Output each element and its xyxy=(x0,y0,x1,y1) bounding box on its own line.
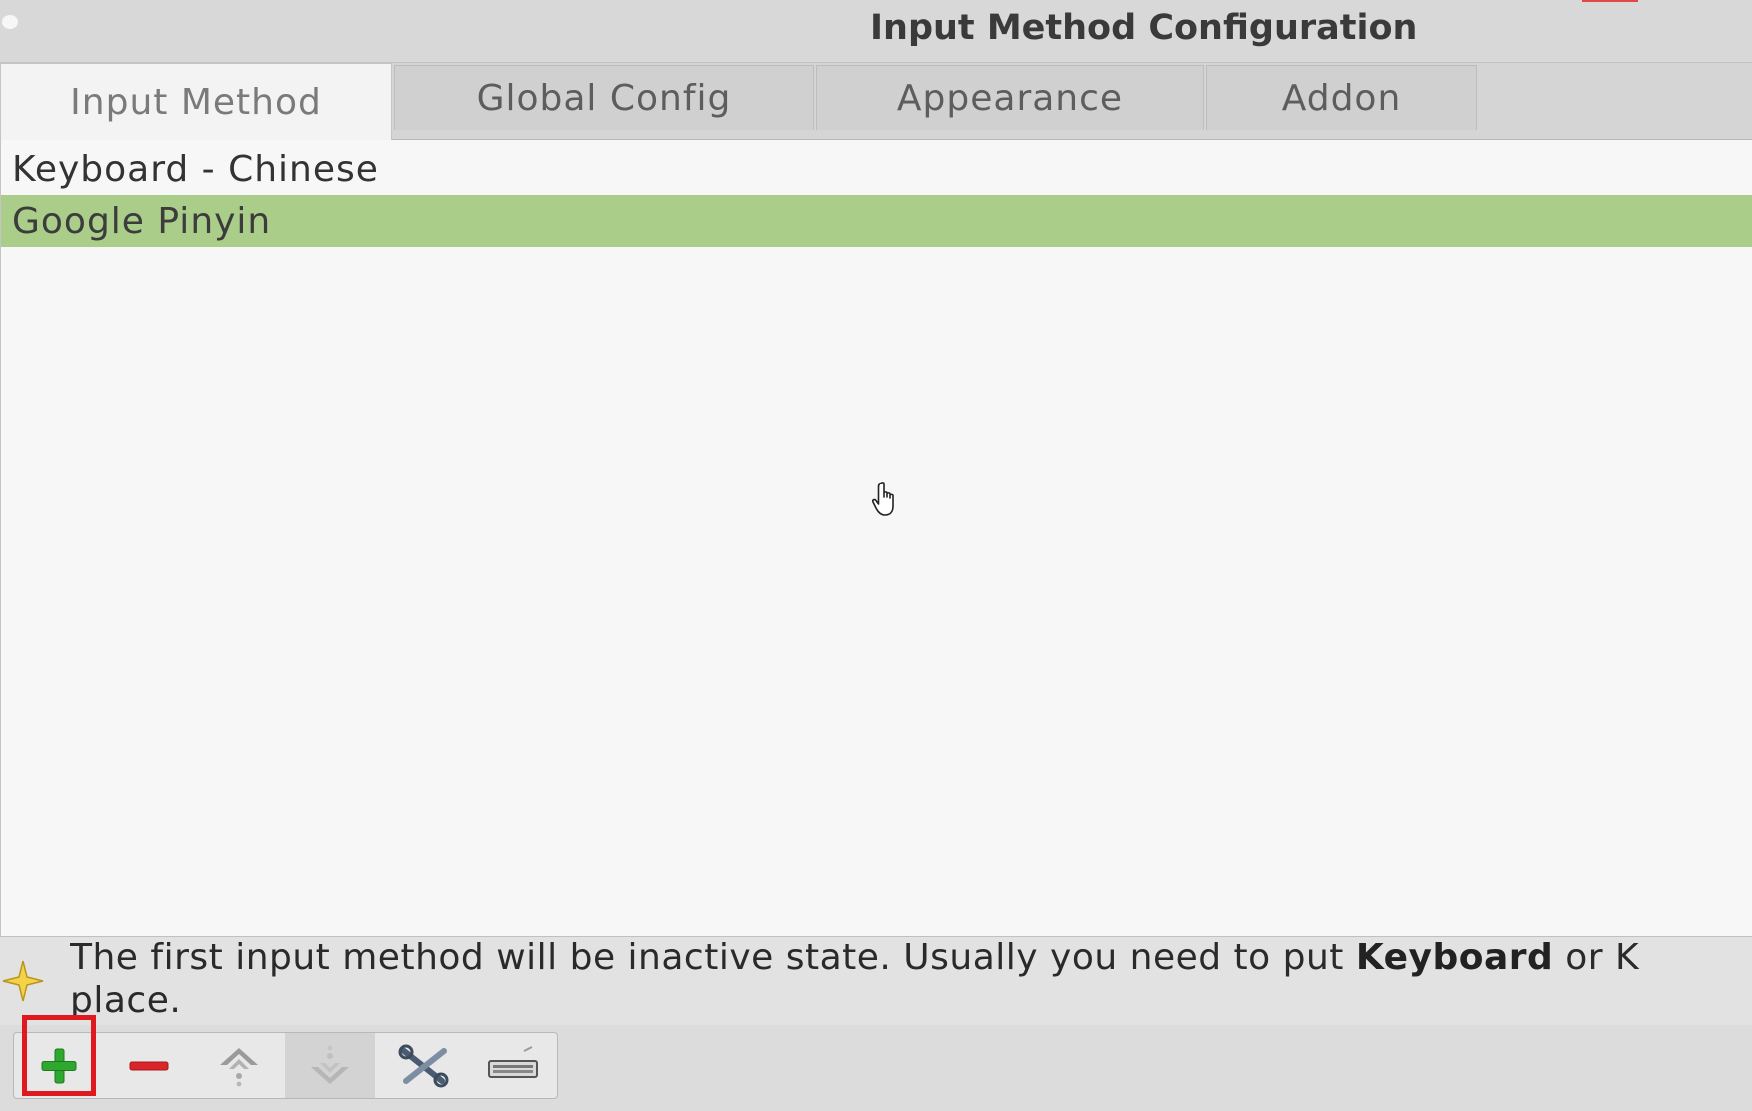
tab-label: Addon xyxy=(1281,77,1402,119)
hand-pointer-icon xyxy=(872,482,894,516)
tools-icon xyxy=(398,1044,449,1087)
hint-message: The first input method will be inactive … xyxy=(70,936,1750,1022)
list-item-keyboard-chinese[interactable]: Keyboard - Chinese xyxy=(1,143,1752,195)
tab-label: Appearance xyxy=(896,77,1124,119)
tab-global-config[interactable]: Global Config xyxy=(394,65,814,130)
tab-appearance[interactable]: Appearance xyxy=(816,65,1204,130)
title-bar: Input Method Configuration xyxy=(0,0,1752,63)
tab-label: Global Config xyxy=(476,77,732,119)
hint-bold-keyboard: Keyboard xyxy=(1355,937,1554,978)
tab-input-method[interactable]: Input Method xyxy=(0,63,392,140)
window-controls-edge xyxy=(1582,0,1638,2)
tab-label: Input Method xyxy=(70,81,322,123)
list-item-google-pinyin[interactable]: Google Pinyin xyxy=(1,195,1752,247)
star-icon xyxy=(2,960,44,1002)
list-item-label: Keyboard - Chinese xyxy=(12,148,379,190)
window-title: Input Method Configuration xyxy=(870,8,1418,48)
move-down-button[interactable] xyxy=(285,1033,375,1098)
keyboard-icon xyxy=(488,1045,538,1078)
list-item-label: Google Pinyin xyxy=(12,200,272,242)
keyboard-layout-button[interactable] xyxy=(468,1033,558,1098)
annotation-highlight-box xyxy=(22,1015,96,1096)
tab-addon[interactable]: Addon xyxy=(1206,65,1477,130)
input-method-list[interactable]: Keyboard - Chinese Google Pinyin xyxy=(0,140,1752,937)
configure-input-method-button[interactable] xyxy=(379,1033,469,1098)
hint-text-part: or K xyxy=(1553,937,1640,978)
tab-bar: Input Method Global Config Appearance Ad… xyxy=(0,63,1752,140)
window-menu-icon[interactable] xyxy=(2,15,18,29)
minus-icon xyxy=(129,1061,169,1070)
arrow-up-icon xyxy=(220,1047,258,1086)
arrow-down-icon xyxy=(311,1045,349,1084)
remove-input-method-button[interactable] xyxy=(104,1033,194,1098)
move-up-button[interactable] xyxy=(194,1033,284,1098)
hint-text-part: The first input method will be inactive … xyxy=(70,937,1356,978)
